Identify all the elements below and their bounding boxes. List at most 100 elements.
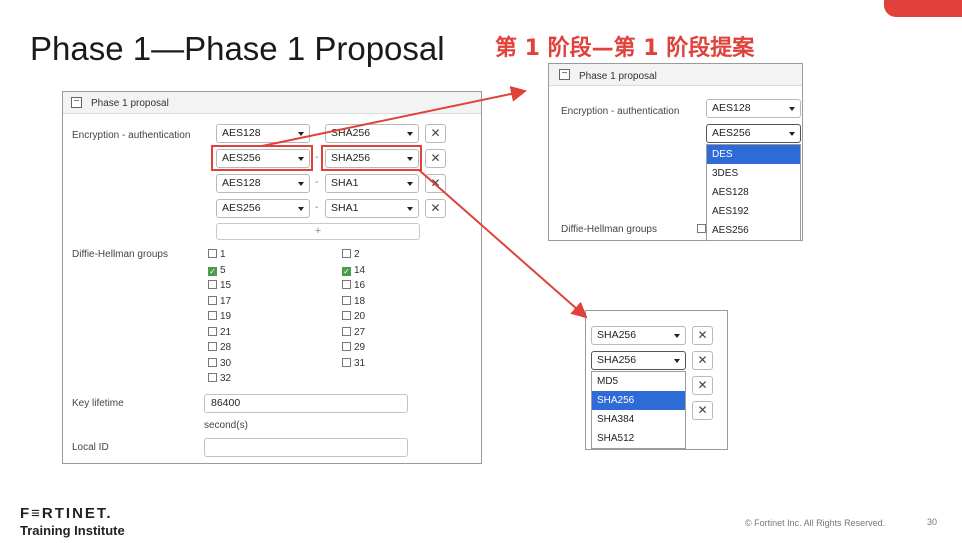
dh-group-checkbox[interactable]: 19 xyxy=(208,311,231,322)
select-value: SHA256 xyxy=(597,329,637,341)
dh-group-checkbox[interactable]: 2 xyxy=(342,249,360,260)
unchecked-box-icon xyxy=(342,357,351,367)
dh-groups-label: Diffie-Hellman groups xyxy=(72,249,168,260)
collapse-icon[interactable]: − xyxy=(71,97,82,108)
dh-group-checkbox[interactable]: ✓ 5 xyxy=(208,265,226,276)
dropdown-option[interactable]: SHA512 xyxy=(592,429,685,448)
dh-group-label: 28 xyxy=(220,342,232,353)
dh-group-label: 32 xyxy=(220,373,232,384)
dh-group-label: 18 xyxy=(354,295,366,307)
dh-group-label: 2 xyxy=(354,249,360,260)
select-value: AES256 xyxy=(222,202,261,214)
unchecked-box-icon xyxy=(342,295,351,305)
collapse-icon[interactable]: − xyxy=(559,69,570,80)
dropdown-option[interactable]: MD5 xyxy=(592,372,685,391)
select-value: AES128 xyxy=(712,102,751,114)
dh-group-checkbox[interactable]: 16 xyxy=(342,280,365,291)
unchecked-box-icon xyxy=(342,280,351,289)
remove-button[interactable]: ✕ xyxy=(692,401,713,420)
authentication-select[interactable]: SHA1 xyxy=(325,199,419,218)
remove-proposal-button[interactable]: ✕ xyxy=(425,174,446,193)
phase1-proposal-panel: − Phase 1 proposal Encryption - authenti… xyxy=(62,91,482,464)
dh-group-checkbox[interactable]: 32 xyxy=(208,373,231,384)
authentication-select[interactable]: SHA256 xyxy=(325,149,419,168)
dh-group-checkbox[interactable]: 20 xyxy=(342,311,365,322)
unchecked-box-icon xyxy=(208,373,217,382)
select-value: AES256 xyxy=(222,152,261,164)
zoom-auth-select-1[interactable]: SHA256 xyxy=(591,326,686,345)
dh-group-label: 30 xyxy=(220,357,232,369)
zoom-dh-label: Diffie-Hellman groups xyxy=(561,224,657,235)
corner-accent xyxy=(884,0,962,17)
unchecked-box-icon xyxy=(342,342,351,351)
dropdown-option[interactable]: AES256 xyxy=(707,221,800,240)
proposal-separator: - xyxy=(315,152,319,163)
encryption-dropdown-list[interactable]: DES 3DES AES128 AES192 AES256 xyxy=(706,144,801,241)
zoom-encryption-select-1[interactable]: AES128 xyxy=(706,99,801,118)
select-value: AES128 xyxy=(222,177,261,189)
encryption-select[interactable]: AES256 xyxy=(216,149,310,168)
key-lifetime-input[interactable]: 86400 xyxy=(204,394,408,413)
dh-group-checkbox[interactable]: 18 xyxy=(342,295,366,307)
dh-group-label: 17 xyxy=(220,295,232,307)
authentication-dropdown-list[interactable]: MD5 SHA256 SHA384 SHA512 xyxy=(591,371,686,449)
encryption-select[interactable]: AES128 xyxy=(216,174,310,193)
unchecked-box-icon xyxy=(208,295,217,305)
dh-group-checkbox[interactable]: 21 xyxy=(208,326,231,338)
local-id-label: Local ID xyxy=(72,442,109,453)
dropdown-option[interactable]: SHA384 xyxy=(592,410,685,429)
dh-group-checkbox[interactable]: 31 xyxy=(342,357,365,369)
dropdown-option[interactable]: AES192 xyxy=(707,202,800,221)
dropdown-option[interactable]: DES xyxy=(707,145,800,164)
remove-button[interactable]: ✕ xyxy=(692,351,713,370)
authentication-select[interactable]: SHA1 xyxy=(325,174,419,193)
zoom-panel-header[interactable]: − Phase 1 proposal xyxy=(549,64,802,86)
dh-group-label: 5 xyxy=(220,264,226,276)
dh-group-checkbox[interactable]: ✓ 14 xyxy=(342,265,365,276)
encryption-select[interactable]: AES256 xyxy=(216,199,310,218)
select-value: AES128 xyxy=(222,127,261,139)
dh-group-checkbox[interactable]: 1 xyxy=(208,249,226,260)
unchecked-box-icon xyxy=(342,311,351,320)
select-value: SHA1 xyxy=(331,177,359,189)
dh-group-checkbox[interactable]: 29 xyxy=(342,342,365,353)
panel-header[interactable]: − Phase 1 proposal xyxy=(63,92,481,114)
remove-proposal-button[interactable]: ✕ xyxy=(425,199,446,218)
dropdown-option[interactable]: 3DES xyxy=(707,164,800,183)
encryption-select[interactable]: AES128 xyxy=(216,124,310,143)
dh-group-label: 27 xyxy=(354,326,366,338)
key-lifetime-label: Key lifetime xyxy=(72,398,124,409)
select-value: SHA256 xyxy=(331,127,371,139)
chevron-down-icon xyxy=(407,207,413,211)
dh-group-checkbox[interactable]: 30 xyxy=(208,357,232,369)
authentication-select[interactable]: SHA256 xyxy=(325,124,419,143)
chevron-down-icon xyxy=(298,132,304,136)
chevron-down-icon xyxy=(407,132,413,136)
zoom-encryption-select-open[interactable]: AES256 xyxy=(706,124,801,143)
dh-group-checkbox[interactable]: 28 xyxy=(208,342,231,353)
chevron-down-icon xyxy=(674,334,680,338)
local-id-input[interactable] xyxy=(204,438,408,457)
zoom-auth-select-open[interactable]: SHA256 xyxy=(591,351,686,370)
dh-group-checkbox[interactable]: 15 xyxy=(208,280,231,291)
chevron-down-icon xyxy=(674,359,680,363)
dh-group-label: 16 xyxy=(354,280,366,291)
dh-group-label: 1 xyxy=(220,249,226,260)
remove-button[interactable]: ✕ xyxy=(692,376,713,395)
zoom-panel-title: Phase 1 proposal xyxy=(579,71,657,82)
chevron-down-icon xyxy=(298,207,304,211)
dropdown-option[interactable]: AES128 xyxy=(707,183,800,202)
remove-proposal-button[interactable]: ✕ xyxy=(425,124,446,143)
add-proposal-button[interactable]: + xyxy=(216,223,420,240)
enc-auth-label: Encryption - authentication xyxy=(72,130,191,141)
remove-button[interactable]: ✕ xyxy=(692,326,713,345)
chevron-down-icon xyxy=(407,157,413,161)
dh-group-checkbox[interactable]: 27 xyxy=(342,326,366,338)
remove-proposal-button[interactable]: ✕ xyxy=(425,149,446,168)
dropdown-option[interactable]: SHA256 xyxy=(592,391,685,410)
dh-group-label: 29 xyxy=(354,342,366,353)
checked-box-icon: ✓ xyxy=(208,266,217,276)
select-value: SHA256 xyxy=(331,152,371,164)
dh-group-label: 20 xyxy=(354,311,366,322)
dh-group-checkbox[interactable]: 17 xyxy=(208,295,232,307)
